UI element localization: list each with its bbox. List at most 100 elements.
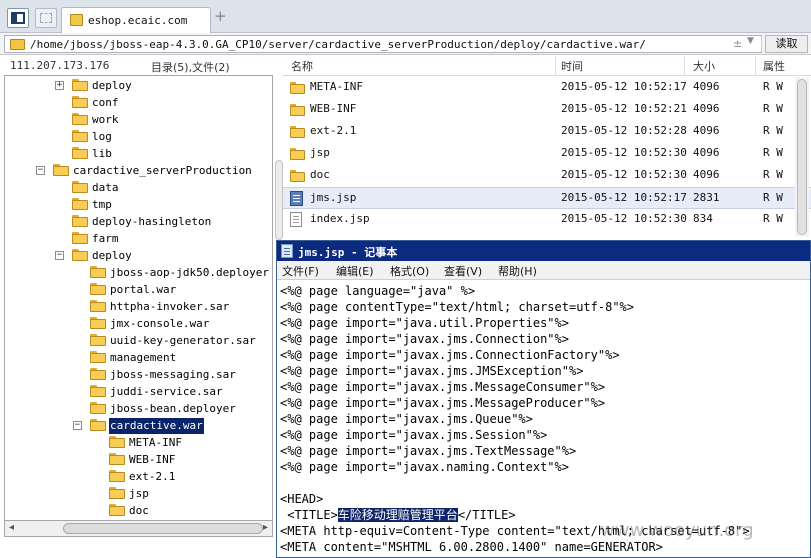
tab-eshop[interactable]: eshop.ecaic.com [61, 7, 211, 33]
tree-node[interactable]: ext-2.1 [5, 469, 270, 485]
scroll-right-icon[interactable]: ▸ [263, 522, 268, 533]
folder-icon [72, 198, 88, 210]
folder-icon [72, 181, 88, 193]
tree-node[interactable]: portal.war [5, 282, 270, 298]
tree-node-label: deploy [92, 79, 132, 92]
column-header-size[interactable]: 大小 [693, 58, 715, 74]
menu-view[interactable]: 查看(V) [444, 263, 482, 279]
file-size: 834 [693, 212, 713, 225]
path-input[interactable]: /home/jboss/jboss-eap-4.3.0.GA_CP10/serv… [4, 35, 762, 53]
tree-node-label: ext-2.1 [129, 470, 176, 483]
folder-icon [53, 164, 69, 176]
menu-format[interactable]: 格式(O) [390, 263, 429, 279]
folder-icon [72, 96, 88, 108]
column-header-attr[interactable]: 属性 [763, 58, 785, 74]
folder-icon [109, 453, 125, 465]
scroll-thumb[interactable] [797, 79, 807, 235]
menu-file[interactable]: 文件(F) [282, 263, 319, 279]
tree-node-label: cardactive.war [109, 418, 204, 434]
tree-node[interactable]: tmp [5, 197, 270, 213]
file-name: META-INF [310, 80, 363, 93]
directory-tree[interactable]: + deploy conf work log lib − cardactive_serverP… [4, 75, 273, 520]
sidebar-toggle-icon[interactable] [7, 8, 29, 28]
tree-node[interactable]: work [5, 112, 270, 128]
folder-icon [90, 419, 106, 431]
tree-node[interactable]: jboss-bean.deployer [5, 401, 270, 417]
file-row[interactable]: doc 2015-05-12 10:52:30 4096 R W [283, 165, 811, 187]
file-row[interactable]: ext-2.1 2015-05-12 10:52:28 4096 R W [283, 121, 811, 143]
tree-node[interactable]: jsp [5, 486, 270, 502]
column-header-time[interactable]: 时间 [561, 58, 583, 74]
read-button[interactable]: 读取 [765, 35, 808, 53]
notepad-icon [281, 244, 293, 258]
file-row[interactable]: META-INF 2015-05-12 10:52:17 4096 R W [283, 77, 811, 99]
menu-edit[interactable]: 编辑(E) [336, 263, 374, 279]
file-list-header: 名称 时间 大小 属性 [283, 56, 811, 76]
collapse-icon[interactable]: − [73, 421, 82, 430]
collapse-icon[interactable]: − [55, 251, 64, 260]
splitter-handle[interactable] [275, 160, 283, 240]
tree-node[interactable]: lib [5, 146, 270, 162]
notepad-text-area[interactable]: <%@ page language="java" %> <%@ page cont… [280, 283, 808, 558]
tree-node[interactable]: jboss-aop-jdk50.deployer [5, 265, 270, 281]
file-row[interactable]: index.jsp 2015-05-12 10:52:30 834 R W [283, 209, 811, 231]
title-tag-close: </TITLE> [457, 508, 516, 522]
browser-tab-bar: eshop.ecaic.com + [0, 0, 811, 33]
tree-node[interactable]: juddi-service.sar [5, 384, 270, 400]
tree-node[interactable]: WEB-INF [5, 452, 270, 468]
tree-node-label: work [92, 113, 119, 126]
tree-node-label: lib [92, 147, 112, 160]
tree-node[interactable]: uuid-key-generator.sar [5, 333, 270, 349]
tree-node[interactable]: log [5, 129, 270, 145]
menu-help[interactable]: 帮助(H) [498, 263, 537, 279]
tree-node[interactable]: − cardactive.war [5, 418, 270, 434]
tree-node[interactable]: management [5, 350, 270, 366]
folder-icon [72, 249, 88, 261]
tree-node[interactable]: conf [5, 95, 270, 111]
title-tag-open: <TITLE> [280, 508, 338, 522]
tree-node[interactable]: jmx-console.war [5, 316, 270, 332]
code-line: <%@ page import="javax.naming.Context"%> [280, 460, 569, 474]
expand-icon[interactable]: + [55, 81, 64, 90]
tree-node[interactable]: META-INF [5, 435, 270, 451]
file-attr: R W [763, 212, 783, 225]
tree-node-label: portal.war [110, 283, 177, 296]
file-name: doc [310, 168, 330, 181]
collapse-icon[interactable]: − [36, 166, 45, 175]
folder-icon [72, 215, 88, 227]
new-tab-button[interactable]: + [214, 9, 227, 24]
code-line: <%@ page import="javax.jms.ConnectionFac… [280, 348, 620, 362]
file-name: ext-2.1 [310, 124, 357, 137]
tree-node[interactable]: jboss-messaging.sar [5, 367, 270, 383]
tree-node[interactable]: − cardactive_serverProduction [5, 163, 270, 179]
tree-node-label: WEB-INF [129, 453, 176, 466]
tree-horizontal-scrollbar[interactable]: ◂ ▸ [4, 520, 273, 537]
tab-thumbnail-icon[interactable] [35, 8, 57, 28]
scroll-left-icon[interactable]: ◂ [9, 522, 14, 533]
file-attr: R W [763, 80, 783, 93]
path-history-button[interactable]: ± ▼ [730, 36, 762, 51]
scroll-thumb[interactable] [63, 523, 263, 534]
tree-node[interactable]: farm [5, 231, 270, 247]
file-row[interactable]: jms.jsp 2015-05-12 10:52:17 2831 R W [283, 187, 811, 209]
file-row[interactable]: jsp 2015-05-12 10:52:30 4096 R W [283, 143, 811, 165]
folder-icon [90, 300, 106, 312]
tree-node[interactable]: deploy-hasingleton [5, 214, 270, 230]
file-row[interactable]: WEB-INF 2015-05-12 10:52:21 4096 R W [283, 99, 811, 121]
column-header-name[interactable]: 名称 [291, 58, 313, 74]
tree-node-label: management [110, 351, 177, 364]
file-name: jsp [310, 146, 330, 159]
tree-node[interactable]: − deploy [5, 248, 270, 264]
tree-node[interactable]: doc [5, 503, 270, 519]
file-list-scrollbar[interactable] [795, 77, 809, 237]
file-time: 2015-05-12 10:52:17 [561, 80, 687, 93]
notepad-title-bar[interactable]: jms.jsp - 记事本 [277, 241, 810, 261]
tree-node[interactable]: + deploy [5, 78, 270, 94]
tree-node[interactable]: httpha-invoker.sar [5, 299, 270, 315]
tree-node-label: jboss-aop-jdk50.deployer [110, 266, 269, 279]
tree-node[interactable]: data [5, 180, 270, 196]
tree-node-label: conf [92, 96, 119, 109]
address-bar: /home/jboss/jboss-eap-4.3.0.GA_CP10/serv… [0, 33, 811, 55]
code-line: <%@ page import="javax.jms.MessageProduc… [280, 396, 606, 410]
